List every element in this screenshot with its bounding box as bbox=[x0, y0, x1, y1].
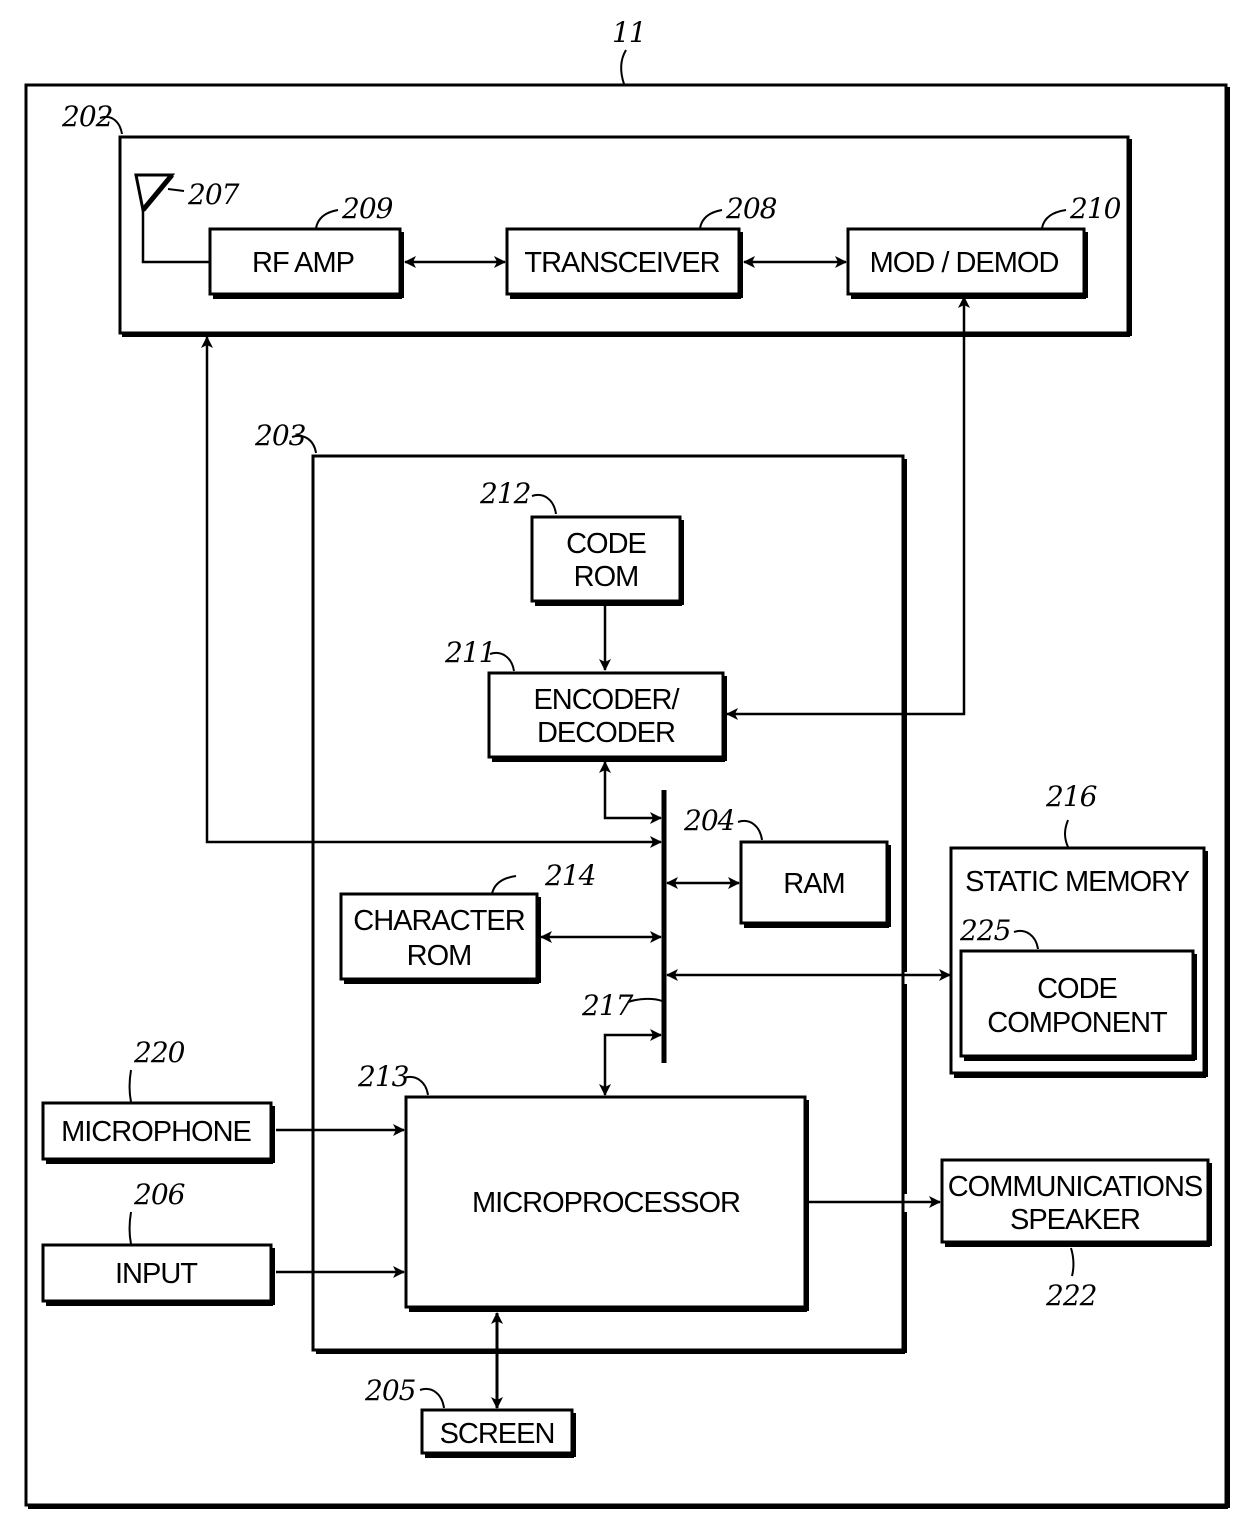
code-rom-label-1: CODE bbox=[566, 528, 646, 560]
microprocessor-block: MICROPROCESSOR bbox=[404, 1095, 809, 1312]
ref-character-rom: 214 bbox=[544, 859, 595, 892]
ref-transceiver: 208 bbox=[725, 192, 777, 225]
ref-device: 11 bbox=[612, 16, 646, 49]
rf-amp-label: RF AMP bbox=[252, 247, 354, 279]
ram-block: RAM bbox=[739, 840, 891, 928]
microphone-block: MICROPHONE bbox=[41, 1101, 275, 1164]
speaker-label-2: SPEAKER bbox=[1010, 1204, 1140, 1236]
arrow-moddemod-encoder bbox=[726, 296, 970, 720]
input-label: INPUT bbox=[115, 1258, 198, 1290]
ref-encoder-decoder: 211 bbox=[444, 636, 495, 669]
speaker-label-1: COMMUNICATIONS bbox=[948, 1171, 1203, 1203]
ram-label: RAM bbox=[783, 868, 844, 900]
arrow-bus-microprocessor bbox=[599, 1029, 662, 1096]
ref-speaker: 222 bbox=[1045, 1279, 1097, 1312]
leader-code-rom bbox=[531, 494, 557, 515]
ref-static-memory: 216 bbox=[1045, 780, 1097, 813]
leader-ram bbox=[737, 820, 763, 841]
ref-code-component: 225 bbox=[959, 914, 1011, 947]
input-block: INPUT bbox=[41, 1243, 275, 1306]
ref-screen: 205 bbox=[364, 1374, 416, 1407]
leader-character-rom bbox=[491, 875, 517, 895]
leader-mod-demod bbox=[1041, 209, 1067, 229]
ref-microprocessor: 213 bbox=[357, 1060, 409, 1093]
leader-transceiver bbox=[699, 209, 723, 229]
screen-label: SCREEN bbox=[440, 1418, 555, 1450]
leader-device bbox=[620, 49, 627, 85]
code-component-label-1: CODE bbox=[1037, 973, 1117, 1005]
mod-demod-block: MOD / DEMOD bbox=[846, 227, 1088, 299]
encoder-decoder-label-1: ENCODER/ bbox=[533, 684, 680, 716]
microphone-label: MICROPHONE bbox=[61, 1116, 251, 1148]
block-diagram: 11 202 207 RF AMP 209 TRANSCEIVER 208 MO… bbox=[24, 16, 1230, 1509]
ref-code-rom: 212 bbox=[479, 477, 531, 510]
leader-microphone bbox=[128, 1069, 132, 1103]
microprocessor-label: MICROPROCESSOR bbox=[472, 1187, 740, 1219]
ref-input: 206 bbox=[133, 1178, 185, 1211]
leader-speaker bbox=[1070, 1247, 1075, 1277]
character-rom-label-2: ROM bbox=[407, 940, 472, 972]
rf-amp-block: RF AMP bbox=[208, 227, 404, 299]
code-rom-block: CODE ROM bbox=[530, 515, 684, 606]
static-memory-label: STATIC MEMORY bbox=[965, 866, 1190, 898]
leader-input bbox=[128, 1211, 132, 1245]
leader-screen bbox=[419, 1388, 445, 1409]
ref-rf-amp: 209 bbox=[341, 192, 393, 225]
arrow-encoder-bus bbox=[599, 761, 662, 824]
leader-antenna bbox=[167, 188, 185, 192]
encoder-decoder-label-2: DECODER bbox=[537, 717, 675, 749]
ref-ram: 204 bbox=[683, 804, 734, 837]
ref-bus: 217 bbox=[581, 989, 634, 1022]
ref-mod-demod: 210 bbox=[1069, 192, 1121, 225]
ref-microphone: 220 bbox=[133, 1036, 185, 1069]
code-rom-label-2: ROM bbox=[574, 561, 639, 593]
speaker-block: COMMUNICATIONS SPEAKER bbox=[940, 1158, 1212, 1247]
character-rom-label-1: CHARACTER bbox=[353, 905, 525, 937]
character-rom-block: CHARACTER ROM bbox=[339, 892, 541, 984]
leader-bus bbox=[627, 997, 663, 1003]
leader-rf-amp bbox=[315, 209, 339, 229]
screen-block: SCREEN bbox=[420, 1408, 576, 1458]
code-component-block: CODE COMPONENT bbox=[959, 949, 1197, 1061]
transceiver-label: TRANSCEIVER bbox=[524, 247, 719, 279]
code-component-label-2: COMPONENT bbox=[987, 1007, 1168, 1039]
transceiver-block: TRANSCEIVER bbox=[505, 227, 743, 299]
encoder-decoder-block: ENCODER/ DECODER bbox=[487, 671, 727, 762]
leader-static-memory bbox=[1064, 819, 1069, 848]
ref-antenna: 207 bbox=[187, 178, 240, 211]
mod-demod-label: MOD / DEMOD bbox=[870, 247, 1059, 279]
